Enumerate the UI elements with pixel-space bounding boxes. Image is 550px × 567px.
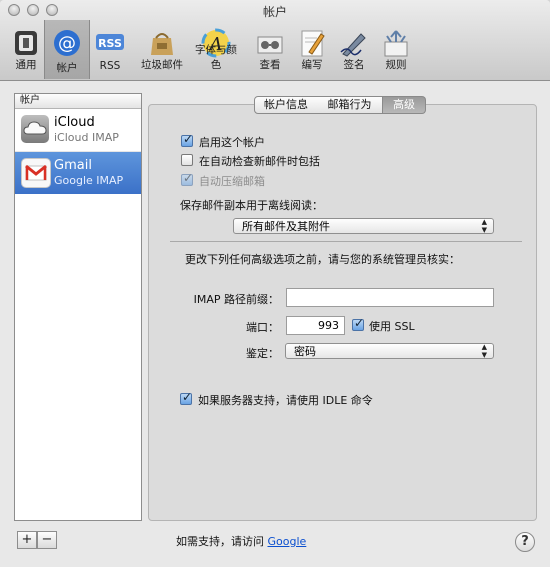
checkmark-icon: ✓ <box>354 316 365 330</box>
use-ssl-label: 使用 SSL <box>369 320 415 333</box>
use-ssl-checkbox[interactable]: ✓ <box>352 316 365 331</box>
toolbar-label: RSS <box>99 60 121 72</box>
account-item-gmail[interactable]: Gmail Google IMAP <box>15 152 141 194</box>
auto-compact-checkbox: ✓ <box>181 171 194 186</box>
viewing-glasses-icon <box>257 36 283 54</box>
toolbar-label: 规则 <box>385 59 407 71</box>
checkmark-icon: ✓ <box>183 171 194 185</box>
toolbar-junk-mail[interactable]: 垃圾邮件 <box>140 24 184 76</box>
keep-copies-value: 所有邮件及其附件 <box>242 220 330 233</box>
port-input[interactable]: 993 <box>286 316 345 335</box>
keep-copies-popup[interactable]: 所有邮件及其附件 ▲ ▼ <box>233 218 494 234</box>
port-label: 端口： <box>246 321 279 334</box>
svg-text:RSS: RSS <box>98 37 122 50</box>
admin-note: 更改下列任何高级选项之前，请与您的系统管理员核实： <box>185 253 460 266</box>
toolbar-rules[interactable]: 规则 <box>374 24 418 76</box>
signature-pen-icon <box>340 33 366 57</box>
preferences-window: 帐户 通用 @ 帐户 RSS RSS 垃圾邮件 A 字体与颜色 查看 编写 签名… <box>0 0 550 567</box>
toolbar-label: 字体与颜色 <box>195 44 237 71</box>
at-sign-icon: @ <box>54 30 80 56</box>
add-account-button[interactable]: + <box>17 531 37 549</box>
authentication-popup[interactable]: 密码 ▲ ▼ <box>285 343 494 359</box>
enable-account-label: 启用这个帐户 <box>199 136 265 149</box>
checkmark-icon: ✓ <box>183 132 194 146</box>
toolbar-fonts-colors[interactable]: A 字体与颜色 <box>194 24 238 76</box>
tab-account-info[interactable]: 帐户信息 <box>254 96 318 114</box>
imap-prefix-label: IMAP 路径前缀： <box>193 293 279 306</box>
auto-compact-label: 自动压缩邮箱 <box>199 175 265 188</box>
popup-arrows-icon: ▲ ▼ <box>481 218 487 234</box>
accounts-list[interactable]: 帐户 iCloud iCloud IMAP Gmail Google IMAP <box>14 93 142 521</box>
support-link[interactable]: Google <box>268 535 307 548</box>
tab-mailbox-behaviors[interactable]: 邮箱行为 <box>317 96 383 114</box>
title-bar: 帐户 通用 @ 帐户 RSS RSS 垃圾邮件 A 字体与颜色 查看 编写 签名… <box>0 0 550 81</box>
use-idle-checkbox[interactable]: ✓ <box>180 390 193 405</box>
rules-arrows-icon <box>384 30 408 57</box>
tab-advanced[interactable]: 高级 <box>383 96 426 114</box>
support-prefix: 如需支持，请访问 <box>176 535 264 548</box>
use-idle-label: 如果服务器支持，请使用 IDLE 命令 <box>198 394 373 407</box>
popup-arrows-icon: ▲ ▼ <box>481 343 487 359</box>
composing-pencil-icon <box>301 30 325 57</box>
help-button[interactable]: ? <box>515 532 535 552</box>
include-auto-check-label: 在自动检查新邮件时包括 <box>199 155 320 168</box>
icloud-icon <box>21 115 49 143</box>
toolbar-rss[interactable]: RSS RSS <box>88 24 132 76</box>
window-title: 帐户 <box>262 5 287 19</box>
accounts-list-header: 帐户 <box>15 94 141 109</box>
include-auto-check-checkbox[interactable] <box>181 154 193 166</box>
imap-prefix-input[interactable] <box>286 288 494 307</box>
section-divider <box>170 241 522 242</box>
support-text: 如需支持，请访问 Google <box>176 533 306 549</box>
account-type: Google IMAP <box>54 174 124 187</box>
general-switch-icon <box>15 31 37 55</box>
account-type: iCloud IMAP <box>54 131 119 144</box>
account-item-icloud[interactable]: iCloud iCloud IMAP <box>15 109 141 152</box>
toolbar-label: 垃圾邮件 <box>141 59 183 71</box>
checkmark-icon: ✓ <box>182 390 193 404</box>
remove-account-button[interactable]: − <box>37 531 57 549</box>
junk-mail-bag-icon <box>151 33 173 55</box>
enable-account-checkbox[interactable]: ✓ <box>181 132 194 147</box>
svg-text:@: @ <box>58 33 76 54</box>
authentication-value: 密码 <box>294 345 316 358</box>
rss-icon: RSS <box>96 34 124 50</box>
authentication-label: 鉴定： <box>246 347 279 360</box>
account-name: Gmail <box>54 158 92 173</box>
keep-copies-label: 保存邮件副本用于离线阅读： <box>180 199 323 212</box>
account-name: iCloud <box>54 115 95 130</box>
gmail-icon <box>21 158 51 188</box>
